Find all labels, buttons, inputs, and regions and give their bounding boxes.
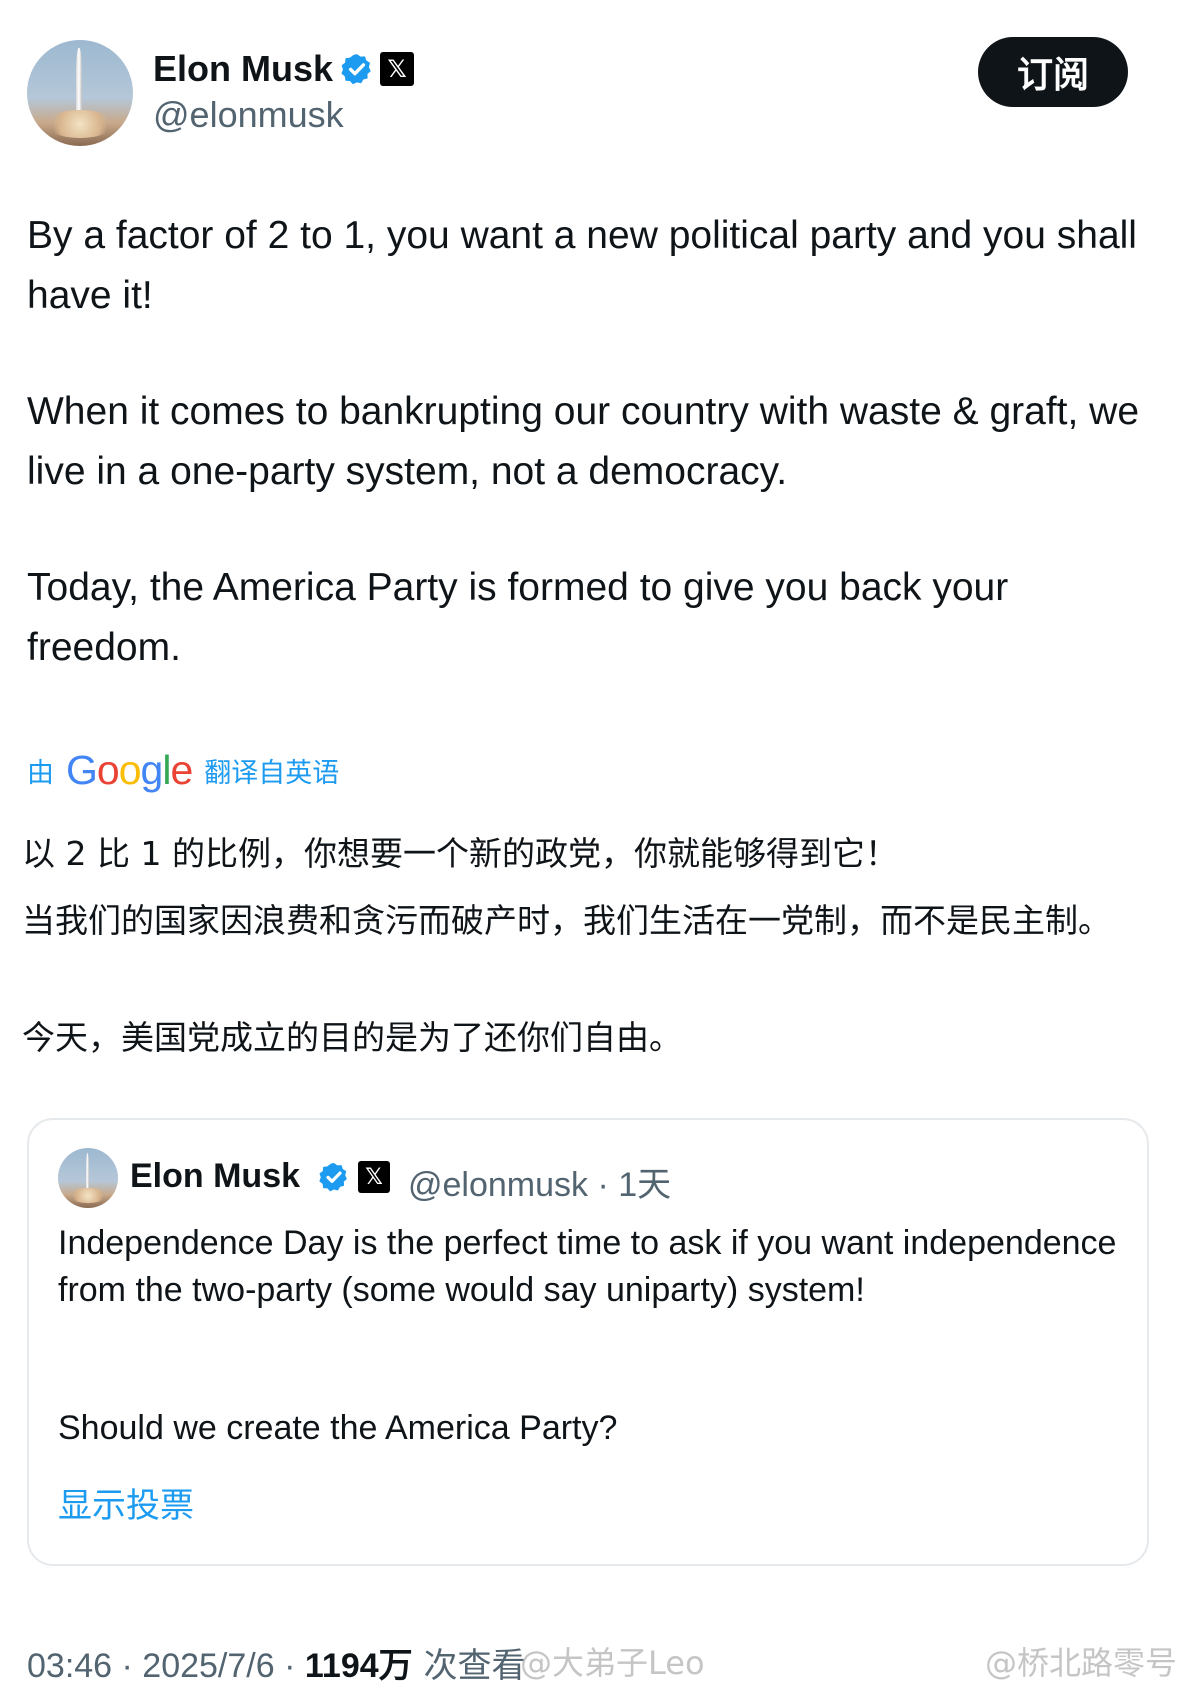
verified-badge-icon bbox=[319, 1163, 347, 1192]
google-letter: e bbox=[170, 746, 193, 793]
subscribe-button[interactable]: 订阅 bbox=[978, 37, 1128, 107]
tweet-paragraph-1: By a factor of 2 to 1, you want a new po… bbox=[27, 214, 1137, 317]
view-count-label: 次查看 bbox=[412, 1646, 526, 1686]
author-avatar[interactable] bbox=[27, 40, 133, 146]
translation-attribution: 由 Google 翻译自英语 bbox=[27, 745, 339, 795]
tweet-paragraph-2: When it comes to bankrupting our country… bbox=[27, 390, 1140, 493]
google-letter: o bbox=[118, 746, 142, 793]
tweet-timestamp[interactable]: 03:46 · 2025/7/6 · bbox=[27, 1647, 305, 1685]
translation-prefix: 由 bbox=[27, 757, 54, 789]
quoted-author-name[interactable]: Elon Musk bbox=[130, 1157, 300, 1196]
show-poll-link[interactable]: 显示投票 bbox=[58, 1478, 194, 1527]
google-letter: g bbox=[140, 746, 164, 793]
author-name[interactable]: Elon Musk bbox=[153, 48, 333, 90]
verified-badge-icon bbox=[341, 54, 371, 85]
google-logo: Google bbox=[66, 746, 193, 794]
quoted-text-2: Should we create the America Party? bbox=[58, 1409, 618, 1447]
translation-suffix[interactable]: 翻译自英语 bbox=[204, 751, 339, 790]
x-logo-icon: 𝕏 bbox=[358, 1161, 390, 1193]
quoted-text-1: Independence Day is the perfect time to … bbox=[58, 1224, 1117, 1309]
view-count: 1194万 bbox=[304, 1647, 413, 1685]
author-handle[interactable]: @elonmusk bbox=[153, 94, 344, 136]
google-letter: o bbox=[96, 746, 120, 793]
watermark-1: @大弟子Leo bbox=[520, 1644, 705, 1682]
tweet-paragraph-3: Today, the America Party is formed to gi… bbox=[27, 566, 1009, 669]
quoted-author-avatar[interactable] bbox=[58, 1148, 118, 1208]
watermark-2: @桥北路零号 bbox=[985, 1644, 1178, 1682]
tweet-meta: 03:46 · 2025/7/6 · 1194万 次查看 bbox=[27, 1638, 525, 1687]
translated-paragraph-1: 以 2 比 1 的比例，你想要一个新的政党，你就能够得到它！ bbox=[22, 834, 898, 873]
translated-paragraph-2: 当我们的国家因浪费和贪污而破产时，我们生活在一党制，而不是民主制。 bbox=[22, 901, 1111, 940]
x-logo-icon: 𝕏 bbox=[380, 52, 414, 86]
google-letter: G bbox=[66, 746, 98, 793]
translated-paragraph-3: 今天，美国党成立的目的是为了还你们自由。 bbox=[22, 1018, 682, 1057]
quoted-handle-time[interactable]: @elonmusk · 1天 bbox=[408, 1157, 671, 1206]
